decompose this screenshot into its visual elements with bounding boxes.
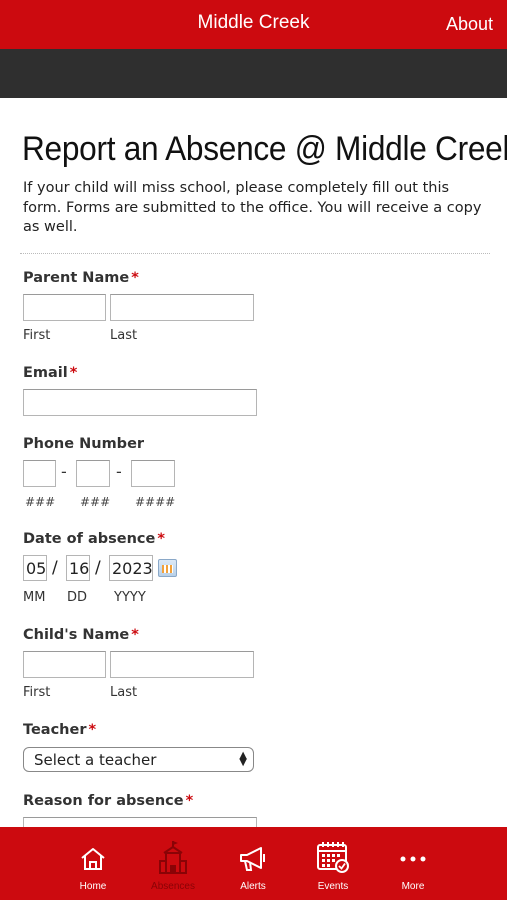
- about-link[interactable]: About: [446, 14, 493, 35]
- school-icon: [159, 841, 187, 874]
- reason-label: Reason for absence *: [23, 793, 194, 809]
- parent-last-sub-label: Last: [110, 328, 138, 343]
- tab-alerts-label: Alerts: [240, 881, 266, 892]
- required-mark: *: [131, 270, 139, 286]
- sub-bar: [0, 49, 507, 98]
- tab-alerts[interactable]: Alerts: [213, 827, 293, 900]
- phone-prefix-input[interactable]: [76, 460, 110, 487]
- teacher-select[interactable]: Select a teacher ▲ ▼: [23, 747, 254, 772]
- tab-home-label: Home: [79, 881, 107, 892]
- date-mm-sub: MM: [23, 590, 46, 605]
- form-content[interactable]: Report an Absence @ Middle Creek If your…: [0, 98, 507, 827]
- tab-events-label: Events: [317, 881, 349, 892]
- teacher-label: Teacher *: [23, 722, 97, 738]
- tab-more[interactable]: More: [373, 827, 453, 900]
- phone-area-code-input[interactable]: [23, 460, 56, 487]
- phone-separator: -: [116, 462, 122, 481]
- child-last-sub-label: Last: [110, 685, 138, 700]
- required-mark: *: [157, 531, 165, 547]
- teacher-select-value: Select a teacher: [34, 751, 157, 769]
- home-icon: [81, 848, 105, 870]
- parent-last-name-input[interactable]: [110, 294, 254, 321]
- tab-absences-label: Absences: [151, 881, 195, 892]
- date-separator: /: [95, 558, 101, 578]
- calendar-picker-icon[interactable]: [158, 559, 177, 577]
- email-label: Email *: [23, 365, 78, 381]
- parent-first-name-input[interactable]: [23, 294, 106, 321]
- phone-sub-1: ###: [25, 495, 56, 509]
- top-bar: Middle Creek About: [0, 0, 507, 49]
- phone-line-input[interactable]: [131, 460, 175, 487]
- phone-sub-3: ####: [135, 495, 176, 509]
- date-year-input[interactable]: 2023: [109, 555, 153, 581]
- date-separator: /: [52, 558, 58, 578]
- divider: [20, 253, 490, 254]
- tab-home[interactable]: Home: [53, 827, 133, 900]
- child-first-sub-label: First: [23, 685, 51, 700]
- date-dd-sub: DD: [67, 590, 88, 605]
- megaphone-icon: [240, 847, 265, 871]
- tab-absences[interactable]: Absences: [133, 827, 213, 900]
- child-first-name-input[interactable]: [23, 651, 106, 678]
- email-field[interactable]: [23, 389, 257, 416]
- select-arrows-icon: ▲ ▼: [239, 750, 247, 768]
- page-title: Report an Absence @ Middle Creek: [22, 130, 507, 168]
- tab-more-label: More: [401, 881, 425, 892]
- tab-events[interactable]: Events: [293, 827, 373, 900]
- required-mark: *: [131, 627, 139, 643]
- child-name-label: Child's Name *: [23, 627, 139, 643]
- parent-name-label: Parent Name *: [23, 270, 139, 286]
- calendar-icon: [317, 842, 349, 873]
- phone-separator: -: [61, 462, 67, 481]
- required-mark: *: [185, 793, 194, 809]
- child-last-name-input[interactable]: [110, 651, 254, 678]
- intro-text: If your child will miss school, please c…: [23, 180, 482, 235]
- required-mark: *: [69, 365, 78, 381]
- date-label: Date of absence *: [23, 531, 165, 547]
- date-day-input[interactable]: 16: [66, 555, 90, 581]
- date-yyyy-sub: YYYY: [114, 590, 146, 605]
- phone-label: Phone Number: [23, 436, 145, 452]
- bottom-tab-bar: Home Absences Alerts Events More: [0, 827, 507, 900]
- more-icon: [400, 856, 426, 862]
- parent-first-sub-label: First: [23, 328, 51, 343]
- reason-textarea[interactable]: [23, 817, 257, 827]
- required-mark: *: [88, 722, 97, 738]
- phone-sub-2: ###: [80, 495, 111, 509]
- date-month-input[interactable]: 05: [23, 555, 47, 581]
- app-title: Middle Creek: [197, 12, 310, 33]
